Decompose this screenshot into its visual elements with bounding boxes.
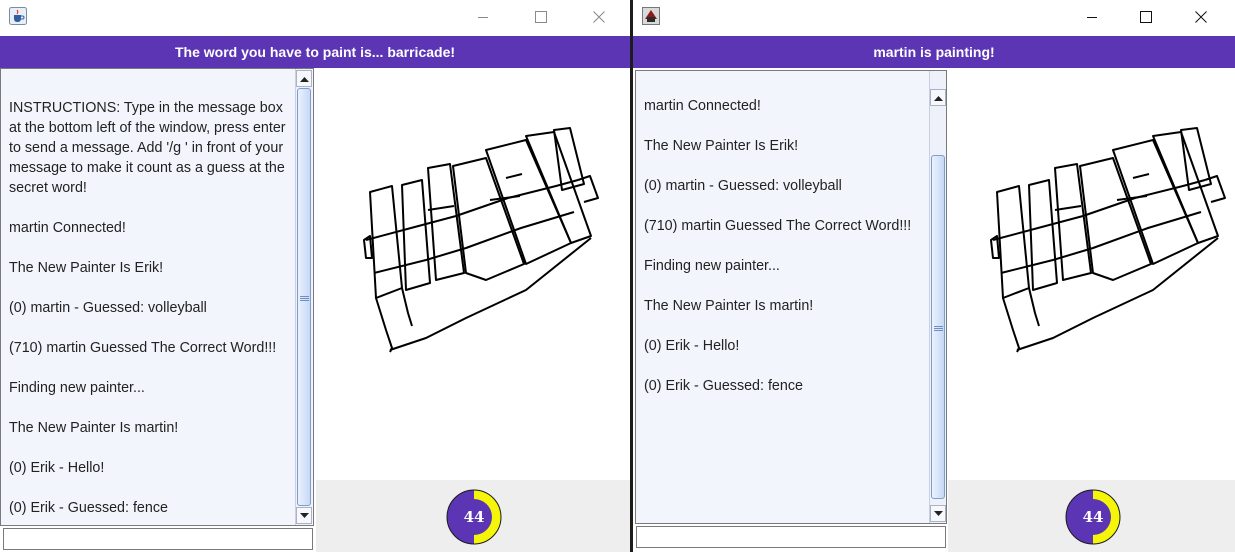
timer-panel: 44 xyxy=(316,480,630,552)
drawing-canvas xyxy=(948,68,1235,480)
word-banner: The word you have to paint is... barrica… xyxy=(0,36,630,68)
message-input[interactable] xyxy=(3,528,313,550)
scroll-thumb[interactable] xyxy=(297,88,311,506)
painter-banner: martin is painting! xyxy=(633,36,1235,68)
chat-message: (0) martin - Guessed: volleyball xyxy=(9,300,207,316)
chat-log[interactable]: INSTRUCTIONS: Type in the message box at… xyxy=(0,68,314,526)
minimize-button[interactable] xyxy=(460,0,506,33)
scroll-up-button[interactable] xyxy=(296,70,312,87)
scroll-down-button[interactable] xyxy=(930,505,946,522)
chat-message: (0) Erik - Guessed: fence xyxy=(644,378,803,394)
title-bar[interactable] xyxy=(633,0,1235,36)
chat-message: martin Connected! xyxy=(9,220,126,236)
chat-message: The New Painter Is Erik! xyxy=(644,138,799,154)
chat-message: (0) Erik - Guessed: fence xyxy=(9,500,168,516)
countdown-timer: 44 xyxy=(446,489,502,545)
close-icon xyxy=(1195,10,1207,23)
maximize-icon xyxy=(1140,10,1152,23)
scroll-thumb[interactable] xyxy=(931,155,945,499)
chat-message: (710) martin Guessed The Correct Word!!! xyxy=(644,218,912,234)
close-button[interactable] xyxy=(1178,0,1224,33)
chat-message: martin Connected! xyxy=(644,98,761,114)
scroll-up-button[interactable] xyxy=(930,89,946,106)
right-game-window: martin is painting! INSTRUCTIONS: Type i… xyxy=(633,0,1235,552)
chat-message: (710) martin Guessed The Correct Word!!! xyxy=(9,340,277,356)
countdown-timer: 44 xyxy=(1065,489,1121,545)
chat-messages: INSTRUCTIONS: Type in the message box at… xyxy=(644,71,924,416)
chat-message: (0) martin - Guessed: volleyball xyxy=(644,178,842,194)
chat-message: Erik Connected! xyxy=(644,71,924,76)
svg-text:44: 44 xyxy=(1083,508,1104,526)
drawing-canvas[interactable] xyxy=(316,68,630,480)
barricade-drawing xyxy=(363,127,599,353)
chevron-down-icon xyxy=(933,510,943,516)
chevron-up-icon xyxy=(299,76,309,82)
title-bar[interactable] xyxy=(0,0,630,36)
left-game-window: The word you have to paint is... barrica… xyxy=(0,0,630,552)
chat-scrollbar[interactable] xyxy=(929,71,946,523)
chat-message: (0) Erik - Hello! xyxy=(9,460,105,476)
minimize-button[interactable] xyxy=(1069,0,1115,33)
close-icon xyxy=(593,10,605,23)
chat-scrollbar[interactable] xyxy=(295,69,312,525)
chat-message: The New Painter Is Erik! xyxy=(9,260,164,276)
message-input[interactable] xyxy=(636,526,946,548)
java-cup-icon xyxy=(9,7,27,25)
chevron-up-icon xyxy=(933,95,943,101)
chat-message: Finding new painter... xyxy=(644,258,780,274)
maximize-button[interactable] xyxy=(518,0,564,33)
chat-log[interactable]: INSTRUCTIONS: Type in the message box at… xyxy=(635,70,947,524)
chat-message: The New Painter Is martin! xyxy=(644,298,814,314)
chat-message: INSTRUCTIONS: Type in the message box at… xyxy=(9,100,290,196)
svg-text:44: 44 xyxy=(464,508,485,526)
barricade-drawing xyxy=(990,127,1226,353)
maximize-icon xyxy=(535,10,547,23)
minimize-icon xyxy=(478,16,488,18)
chat-messages: INSTRUCTIONS: Type in the message box at… xyxy=(9,98,290,525)
game-icon xyxy=(642,7,660,25)
close-button[interactable] xyxy=(576,0,622,33)
chat-message: (0) Erik - Hello! xyxy=(644,338,740,354)
scroll-down-button[interactable] xyxy=(296,507,312,524)
chat-message: The New Painter Is martin! xyxy=(9,420,179,436)
chat-message: Finding new painter... xyxy=(9,380,145,396)
maximize-button[interactable] xyxy=(1123,0,1169,33)
chevron-down-icon xyxy=(299,512,309,518)
timer-panel: 44 xyxy=(948,480,1235,552)
minimize-icon xyxy=(1087,16,1097,18)
